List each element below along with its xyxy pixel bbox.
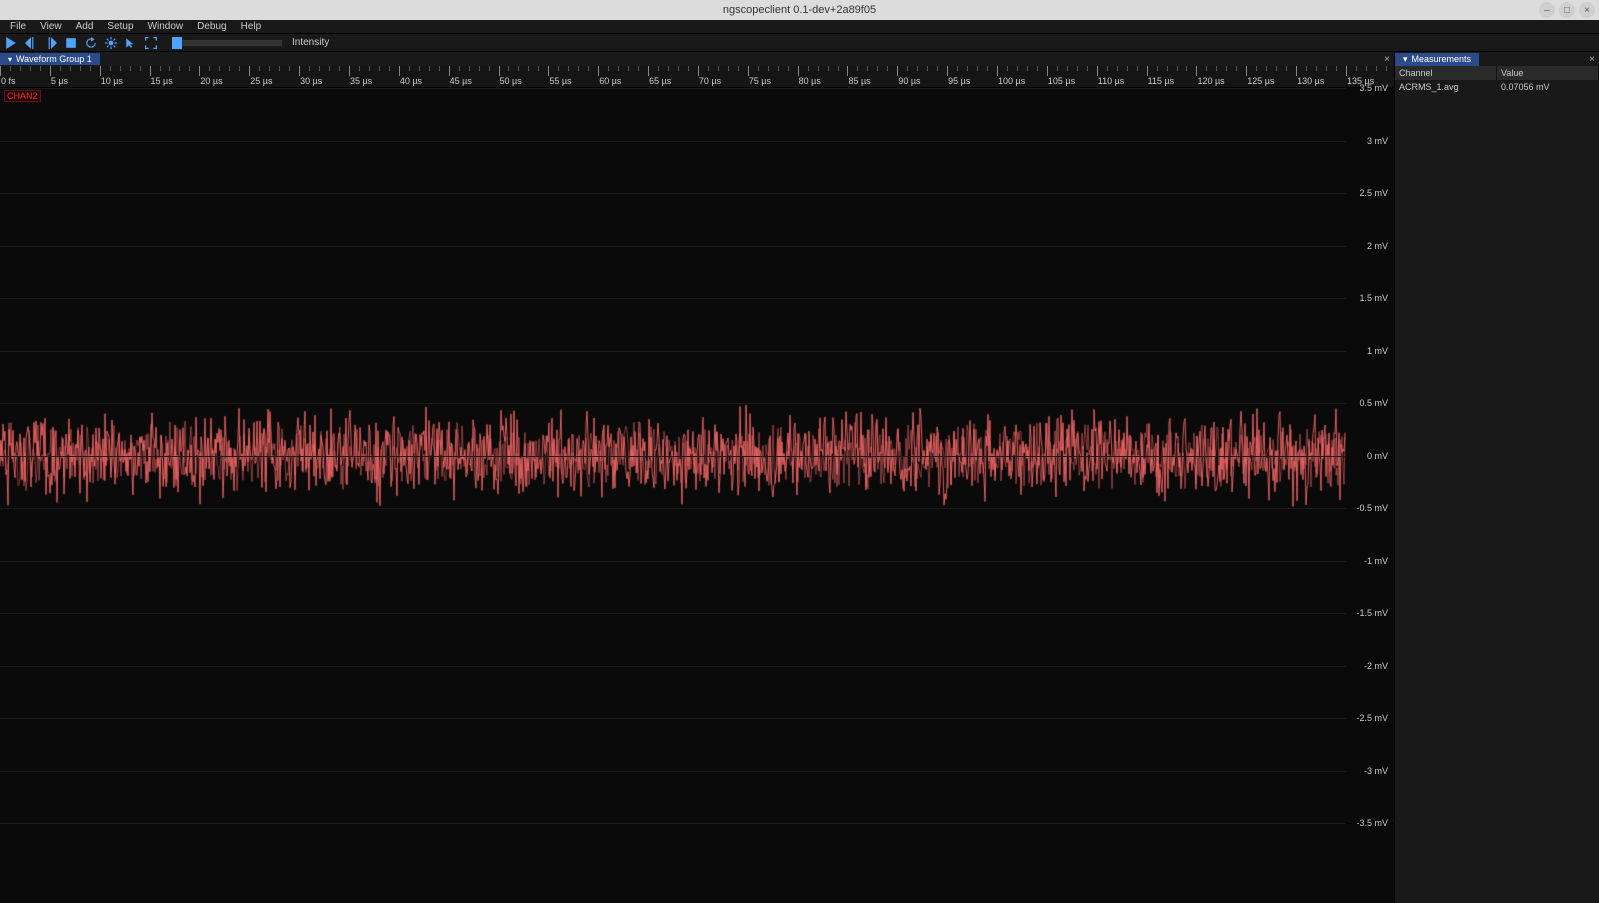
play-button[interactable] bbox=[4, 36, 18, 50]
stop-button[interactable] bbox=[64, 36, 78, 50]
menu-view[interactable]: View bbox=[34, 21, 68, 32]
waveform-plot[interactable]: CHAN2 3.5 mV3 mV2.5 mV2 mV1.5 mV1 mV0.5 … bbox=[0, 88, 1394, 823]
settings-button[interactable] bbox=[104, 36, 118, 50]
close-window-button[interactable]: × bbox=[1579, 2, 1595, 18]
menu-add[interactable]: Add bbox=[70, 21, 100, 32]
measurements-row-value: 0.07056 mV bbox=[1497, 80, 1599, 94]
chevron-down-icon: ▾ bbox=[1403, 54, 1408, 65]
menu-bar: File View Add Setup Window Debug Help bbox=[0, 20, 1599, 34]
refresh-button[interactable] bbox=[84, 36, 98, 50]
bottom-strip bbox=[0, 823, 1394, 903]
waveform-group-tab-label: Waveform Group 1 bbox=[16, 54, 92, 64]
menu-file[interactable]: File bbox=[4, 21, 32, 32]
measurements-tab[interactable]: ▾ Measurements bbox=[1395, 53, 1479, 66]
chevron-down-icon: ▾ bbox=[8, 55, 12, 64]
maximize-button[interactable]: □ bbox=[1559, 2, 1575, 18]
minimize-button[interactable]: – bbox=[1539, 2, 1555, 18]
waveform-tabbar: ▾ Waveform Group 1 × bbox=[0, 52, 1394, 66]
cursor-button[interactable] bbox=[124, 36, 138, 50]
measurements-row[interactable]: ACRMS_1.avg 0.07056 mV bbox=[1395, 80, 1599, 94]
time-ruler[interactable]: 0 fs5 µs10 µs15 µs20 µs25 µs30 µs35 µs40… bbox=[0, 66, 1394, 88]
fullscreen-button[interactable] bbox=[144, 36, 158, 50]
measurements-tab-label: Measurements bbox=[1412, 54, 1472, 64]
menu-setup[interactable]: Setup bbox=[101, 21, 139, 32]
step-forward-button[interactable] bbox=[44, 36, 58, 50]
measurements-col-channel[interactable]: Channel bbox=[1395, 66, 1497, 80]
step-back-button[interactable] bbox=[24, 36, 38, 50]
toolbar: Intensity bbox=[0, 34, 1599, 52]
measurements-row-channel: ACRMS_1.avg bbox=[1395, 80, 1497, 94]
close-waveform-tab-button[interactable]: × bbox=[1384, 54, 1390, 65]
window-title: ngscopeclient 0.1-dev+2a89f05 bbox=[723, 4, 876, 16]
voltage-axis: 3.5 mV3 mV2.5 mV2 mV1.5 mV1 mV0.5 mV0 mV… bbox=[1346, 88, 1394, 823]
measurements-col-value[interactable]: Value bbox=[1497, 66, 1599, 80]
menu-help[interactable]: Help bbox=[235, 21, 268, 32]
menu-window[interactable]: Window bbox=[142, 21, 190, 32]
close-measurements-button[interactable]: × bbox=[1589, 54, 1595, 65]
waveform-group-tab[interactable]: ▾ Waveform Group 1 bbox=[0, 53, 100, 65]
intensity-label: Intensity bbox=[292, 37, 329, 48]
window-titlebar: ngscopeclient 0.1-dev+2a89f05 – □ × bbox=[0, 0, 1599, 20]
intensity-slider[interactable] bbox=[172, 40, 282, 46]
menu-debug[interactable]: Debug bbox=[191, 21, 232, 32]
measurements-header: Channel Value bbox=[1395, 66, 1599, 80]
measurements-panel: ▾ Measurements × Channel Value ACRMS_1.a… bbox=[1394, 52, 1599, 903]
